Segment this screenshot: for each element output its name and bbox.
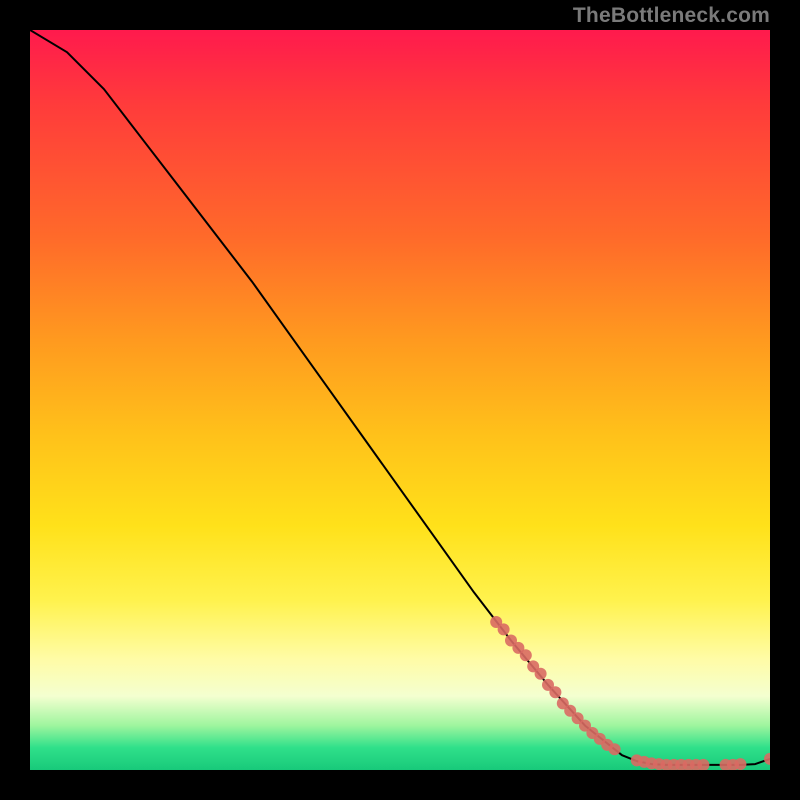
curve-line xyxy=(30,30,770,765)
chart-frame: TheBottleneck.com xyxy=(0,0,800,800)
scatter-markers xyxy=(490,616,770,770)
chart-svg xyxy=(30,30,770,770)
watermark-text: TheBottleneck.com xyxy=(573,4,770,28)
plot-area xyxy=(30,30,770,770)
